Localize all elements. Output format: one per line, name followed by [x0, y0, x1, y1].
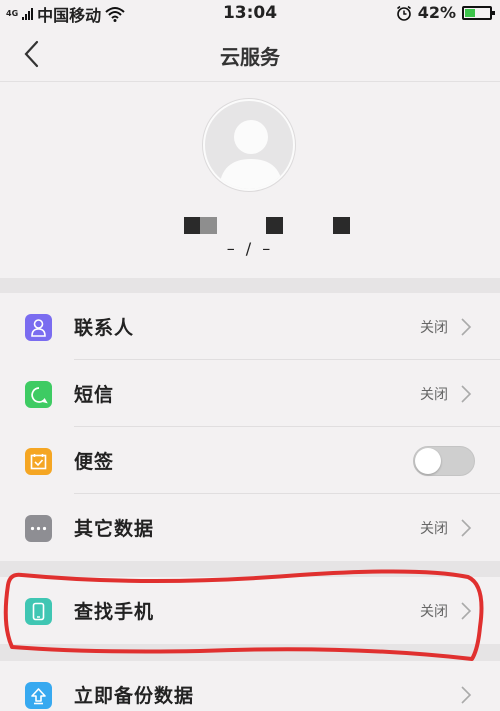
status-bar: 4G 中国移动 13:04 42% — [0, 0, 500, 26]
list-item-status: 关闭 — [420, 386, 448, 403]
upload-icon — [25, 682, 52, 709]
message-icon — [25, 381, 52, 408]
chevron-right-icon — [461, 384, 472, 403]
list-item-backup-now[interactable]: 立即备份数据 — [0, 661, 500, 711]
list-item-find-phone[interactable]: 查找手机 关闭 — [0, 577, 500, 644]
list-item-status: 关闭 — [420, 319, 448, 336]
list-item-label: 联系人 — [74, 317, 135, 339]
account-subtext: – / – — [226, 239, 274, 258]
toggle-knob — [415, 448, 441, 474]
section-separator — [0, 278, 500, 293]
avatar[interactable] — [203, 99, 295, 191]
list-item-notes: 便签 — [0, 427, 500, 494]
page-title: 云服务 — [220, 45, 280, 69]
battery-percent: 42% — [417, 3, 456, 22]
list-item-label: 便签 — [74, 451, 115, 473]
battery-icon — [462, 5, 495, 20]
account-id-masked — [0, 217, 500, 235]
list-item-label: 其它数据 — [74, 518, 155, 540]
backup-list: 立即备份数据 — [0, 661, 500, 711]
chevron-right-icon — [461, 685, 472, 704]
user-silhouette-icon — [219, 120, 283, 189]
list-item-contacts[interactable]: 联系人 关闭 — [0, 293, 500, 360]
contacts-icon — [25, 314, 52, 341]
notes-toggle[interactable] — [413, 446, 475, 476]
list-item-status: 关闭 — [420, 603, 448, 620]
list-item-label: 短信 — [74, 384, 115, 406]
list-item-status: 关闭 — [420, 520, 448, 537]
list-item-label: 查找手机 — [74, 601, 155, 623]
battery-fill — [465, 8, 475, 17]
chevron-right-icon — [461, 601, 472, 620]
section-separator — [0, 561, 500, 577]
phone-icon — [25, 598, 52, 625]
find-phone-list: 查找手机 关闭 — [0, 577, 500, 644]
alarm-icon — [396, 5, 411, 21]
sync-list: 联系人 关闭 短信 关闭 便签 其它数据 关闭 — [0, 293, 500, 561]
list-item-messages[interactable]: 短信 关闭 — [0, 360, 500, 427]
list-item-label: 立即备份数据 — [74, 685, 195, 707]
profile-section: – / – — [0, 82, 500, 278]
status-right: 42% — [396, 3, 495, 22]
note-icon — [25, 448, 52, 475]
more-icon — [25, 515, 52, 542]
title-bar: 云服务 — [0, 26, 500, 82]
list-item-other-data[interactable]: 其它数据 关闭 — [0, 494, 500, 561]
chevron-right-icon — [461, 518, 472, 537]
section-separator — [0, 644, 500, 661]
chevron-right-icon — [461, 317, 472, 336]
